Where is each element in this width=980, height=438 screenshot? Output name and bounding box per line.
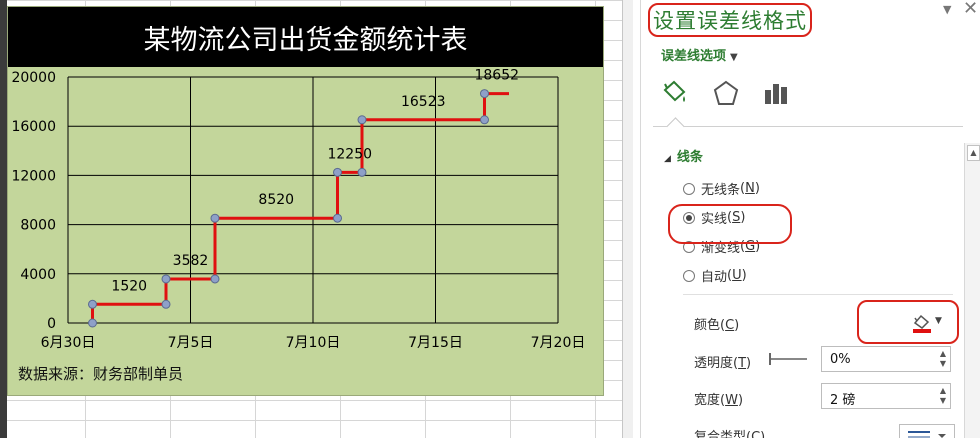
error-bar-options-dropdown[interactable]: 误差线选项 ▼ — [661, 45, 738, 64]
y-tick-label: 12000 — [11, 168, 56, 184]
y-tick-label: 16000 — [11, 119, 56, 135]
plot-area[interactable]: 0 4000 8000 12000 16000 20000 6月30日 7月5日 7月10日 7月… — [8, 67, 603, 357]
pane-scrollbar[interactable]: ▲ — [964, 143, 980, 438]
series-step-line — [91, 92, 509, 323]
chart-source-note[interactable]: 数据来源：财务部制单员 — [18, 363, 183, 384]
collapse-triangle-icon: ◢ — [664, 154, 671, 164]
x-tick-label: 6月30日 — [41, 335, 96, 351]
x-tick-label: 7月10日 — [286, 335, 341, 351]
section-separator — [683, 294, 953, 295]
spinner-arrows-icon[interactable]: ▲ ▼ — [940, 386, 946, 406]
format-error-bars-pane: 设置误差线格式 ▼ ✕ 误差线选项 ▼ ◢ 线条 无线条(N) 实线(S) 渐变线(… — [640, 0, 980, 438]
width-input[interactable]: 2 磅 ▲ ▼ — [821, 383, 951, 409]
y-tick-label: 20000 — [11, 70, 56, 86]
solid-line-highlight-annotation — [668, 204, 792, 244]
chevron-down-icon: ▼ — [935, 316, 942, 326]
x-tick-label: 7月15日 — [408, 335, 463, 351]
y-tick-label: 8000 — [20, 218, 56, 234]
data-point-marker — [88, 318, 97, 328]
transparency-input[interactable]: 0% ▲ ▼ — [821, 346, 951, 372]
error-bar-options-label: 误差线选项 — [661, 49, 727, 64]
transparency-label-text: 透明度 — [694, 356, 734, 371]
compound-type-label: 复合类型(C) — [694, 426, 765, 438]
active-tab-indicator — [666, 117, 685, 136]
compound-lines-icon — [908, 431, 946, 438]
radio-automatic-circle — [683, 269, 695, 282]
tab-divider — [653, 126, 963, 127]
radio-no-line-label: 无线条 — [701, 183, 741, 198]
pane-title: 设置误差线格式 — [648, 3, 812, 37]
radio-no-line[interactable]: 无线条(N) — [683, 179, 760, 198]
pane-options-dropdown-icon[interactable]: ▼ — [943, 3, 951, 16]
outline-color-button[interactable]: ▼ — [857, 300, 959, 344]
step-corner-marker — [480, 115, 489, 125]
chart-title[interactable]: 某物流公司出货金额统计表 — [8, 7, 603, 67]
x-tick-label: 7月5日 — [168, 335, 214, 351]
line-section-header[interactable]: ◢ 线条 — [664, 146, 703, 165]
transparency-label-key: T — [738, 356, 747, 371]
step-corner-marker — [210, 274, 220, 284]
transparency-label: 透明度(T) — [694, 356, 752, 371]
data-point-marker — [210, 213, 220, 223]
chevron-down-icon: ▼ — [730, 52, 738, 63]
width-label: 宽度(W) — [694, 393, 744, 408]
data-label: 8520 — [258, 192, 294, 208]
radio-automatic[interactable]: 自动(U) — [683, 266, 747, 285]
width-label-text: 宽度 — [694, 393, 721, 408]
color-label-key: C — [725, 318, 735, 333]
spinner-arrows-icon[interactable]: ▲ ▼ — [940, 349, 946, 369]
data-point-marker — [161, 274, 171, 284]
pane-splitter[interactable] — [622, 0, 633, 438]
step-corner-marker — [161, 299, 171, 309]
data-label: 1520 — [111, 278, 147, 294]
step-corner-marker — [333, 213, 342, 223]
data-label: 18652 — [474, 68, 519, 84]
scroll-up-icon[interactable]: ▲ — [967, 145, 980, 161]
width-label-key: W — [725, 393, 738, 408]
radio-no-line-key: N — [745, 181, 755, 196]
window-edge — [0, 0, 7, 438]
chart-area[interactable]: 某物流公司出货金额统计表 0 4000 8000 12000 16000 20000 6月3… — [7, 6, 604, 396]
data-point-marker — [480, 89, 489, 99]
x-tick-label: 7月20日 — [531, 335, 586, 351]
color-label: 颜色(C) — [694, 318, 740, 333]
data-point-marker — [88, 299, 97, 309]
data-label: 12250 — [327, 146, 372, 162]
radio-no-line-circle — [683, 182, 695, 195]
data-point-marker — [357, 115, 367, 125]
radio-automatic-key: U — [732, 268, 742, 283]
color-label-text: 颜色 — [694, 318, 721, 333]
compound-type-label-key: C — [751, 430, 761, 438]
transparency-slider[interactable] — [769, 353, 807, 365]
line-section-title: 线条 — [676, 150, 703, 165]
paint-bucket-icon[interactable] — [659, 78, 689, 108]
line-section: ◢ 线条 无线条(N) 实线(S) 渐变线(G) 自动(U) 颜色(C) ▼ 透… — [641, 134, 963, 438]
step-corner-marker — [357, 167, 367, 177]
close-icon[interactable]: ✕ — [963, 0, 978, 19]
y-tick-label: 4000 — [20, 267, 56, 283]
radio-automatic-label: 自动 — [701, 270, 728, 285]
pentagon-icon[interactable] — [711, 78, 741, 108]
width-value: 2 磅 — [830, 393, 856, 408]
pen-color-icon — [913, 314, 931, 333]
compound-type-label-text: 复合类型 — [694, 430, 747, 438]
compound-type-dropdown[interactable] — [899, 424, 955, 438]
transparency-value: 0% — [830, 352, 851, 367]
data-point-marker — [333, 167, 342, 177]
data-label: 16523 — [401, 94, 446, 110]
y-tick-label: 0 — [47, 316, 56, 332]
data-label: 3582 — [173, 253, 209, 269]
bar-chart-icon[interactable] — [761, 78, 791, 108]
